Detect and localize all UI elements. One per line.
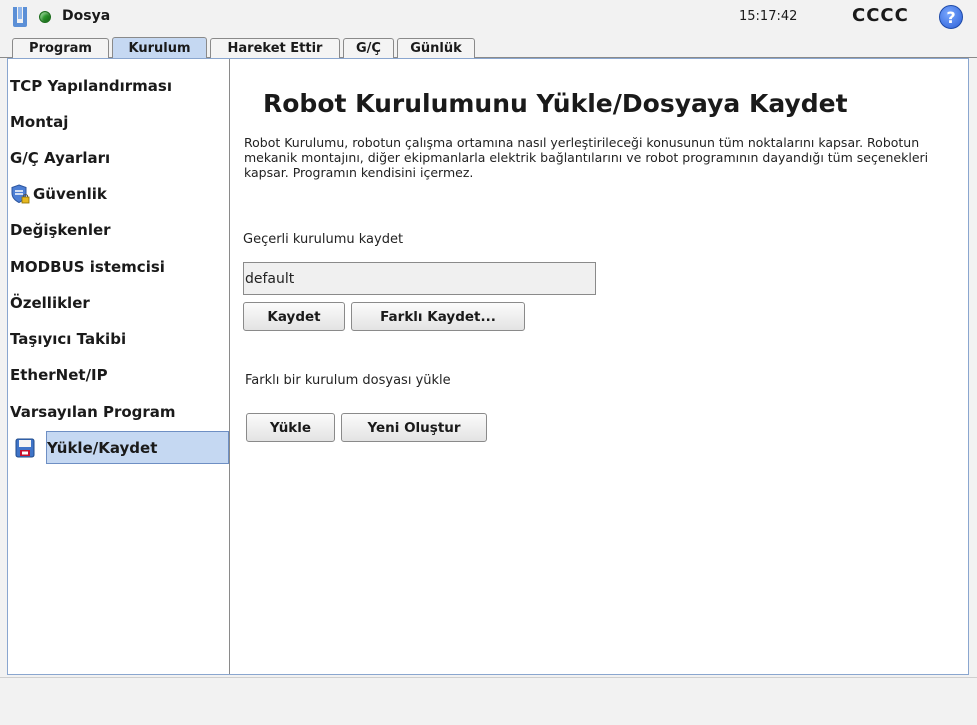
sidebar-item-label: G/Ç Ayarları bbox=[10, 148, 111, 167]
save-section-label: Geçerli kurulumu kaydet bbox=[243, 232, 404, 247]
sidebar-item-label: EtherNet/IP bbox=[10, 365, 108, 384]
universal-robots-logo-icon bbox=[13, 7, 27, 27]
sidebar-item-modbus-client[interactable]: MODBUS istemcisi bbox=[8, 250, 229, 283]
new-installation-button[interactable]: Yeni Oluştur bbox=[341, 413, 487, 442]
robot-status-icon bbox=[39, 11, 51, 23]
sidebar-item-label: Güvenlik bbox=[33, 184, 107, 203]
installation-sidebar: TCP Yapılandırması Montaj G/Ç Ayarları G… bbox=[8, 59, 230, 674]
sidebar-item-label: Değişkenler bbox=[10, 220, 111, 239]
current-installation-field[interactable] bbox=[243, 262, 596, 295]
sidebar-item-label: Montaj bbox=[10, 112, 69, 131]
load-button[interactable]: Yükle bbox=[246, 413, 335, 442]
clock: 15:17:42 bbox=[739, 9, 798, 24]
tab-program[interactable]: Program bbox=[12, 38, 109, 58]
save-button[interactable]: Kaydet bbox=[243, 302, 345, 331]
sidebar-item-ethernet-ip[interactable]: EtherNet/IP bbox=[8, 358, 229, 391]
page-description: Robot Kurulumu, robotun çalışma ortamına… bbox=[244, 135, 929, 180]
sidebar-item-label: MODBUS istemcisi bbox=[10, 257, 165, 276]
load-section-label: Farklı bir kurulum dosyası yükle bbox=[245, 373, 451, 388]
sidebar-item-label: Özellikler bbox=[10, 293, 90, 312]
sidebar-item-default-program[interactable]: Varsayılan Program bbox=[8, 395, 229, 428]
sidebar-item-label: Taşıyıcı Takibi bbox=[10, 329, 127, 348]
sidebar-item-label: TCP Yapılandırması bbox=[10, 76, 172, 95]
shield-lock-icon bbox=[11, 183, 30, 203]
sidebar-item-variables[interactable]: Değişkenler bbox=[8, 213, 229, 246]
sidebar-item-label: Varsayılan Program bbox=[10, 402, 176, 421]
tab-io[interactable]: G/Ç bbox=[343, 38, 394, 58]
tab-log[interactable]: Günlük bbox=[397, 38, 475, 58]
sidebar-item-tcp-configuration[interactable]: TCP Yapılandırması bbox=[8, 69, 229, 102]
sidebar-item-load-save[interactable]: Yükle/Kaydet bbox=[46, 431, 229, 464]
tab-installation[interactable]: Kurulum bbox=[112, 37, 207, 58]
file-menu[interactable]: Dosya bbox=[62, 8, 110, 24]
sidebar-item-safety[interactable]: Güvenlik bbox=[8, 177, 229, 210]
sidebar-item-label: Yükle/Kaydet bbox=[47, 438, 158, 457]
load-save-content: Robot Kurulumunu Yükle/Dosyaya Kaydet Ro… bbox=[231, 59, 968, 674]
bottom-bar bbox=[0, 677, 977, 725]
page-title: Robot Kurulumunu Yükle/Dosyaya Kaydet bbox=[263, 89, 848, 118]
title-bar: Dosya 15:17:42 CCCC ? bbox=[0, 0, 977, 34]
sidebar-item-io-setup[interactable]: G/Ç Ayarları bbox=[8, 141, 229, 174]
help-icon[interactable]: ? bbox=[939, 5, 963, 29]
robot-name: CCCC bbox=[852, 5, 909, 26]
sidebar-item-features[interactable]: Özellikler bbox=[8, 286, 229, 319]
sidebar-item-conveyor-tracking[interactable]: Taşıyıcı Takibi bbox=[8, 322, 229, 355]
tab-bar: Program Kurulum Hareket Ettir G/Ç Günlük bbox=[0, 36, 977, 58]
floppy-disk-icon bbox=[15, 438, 35, 458]
save-as-button[interactable]: Farklı Kaydet... bbox=[351, 302, 525, 331]
installation-panel: TCP Yapılandırması Montaj G/Ç Ayarları G… bbox=[7, 58, 969, 675]
sidebar-item-mounting[interactable]: Montaj bbox=[8, 105, 229, 138]
tab-move[interactable]: Hareket Ettir bbox=[210, 38, 340, 58]
